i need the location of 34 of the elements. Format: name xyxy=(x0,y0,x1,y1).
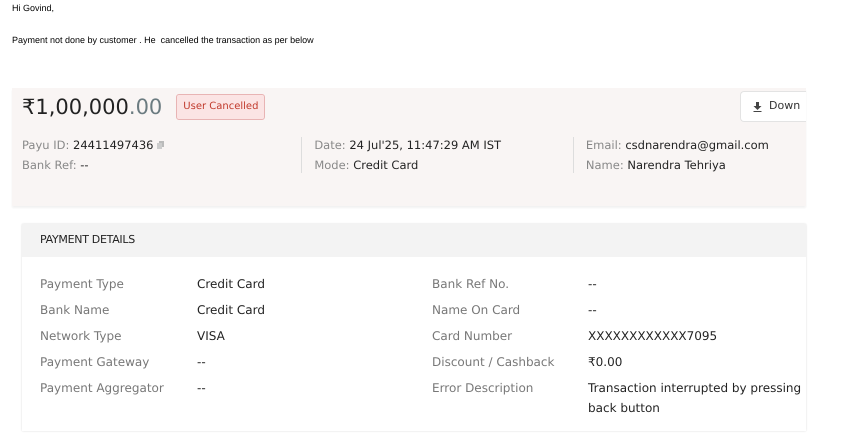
field-label: Card Number xyxy=(432,328,514,345)
field-label: Payment Type xyxy=(40,276,125,293)
field-value: Credit Card xyxy=(197,302,266,319)
field-label: Bank Name xyxy=(40,302,110,319)
field-label: Name On Card xyxy=(432,302,522,319)
field-label: Error Description xyxy=(432,380,534,397)
field-value: -- xyxy=(197,354,207,371)
message-text: Payment not done by customer . He cancelled the transaction as per below xyxy=(12,34,315,46)
info-text: Name: Narendra Tehriya xyxy=(586,157,726,173)
field-value: XXXXXXXXXXXX7095 xyxy=(588,328,718,345)
field-value: ₹0.00 xyxy=(588,354,624,371)
field-label: Discount / Cashback xyxy=(432,354,556,371)
copy-icon[interactable] xyxy=(157,141,164,149)
greeting-text: Hi Govind, xyxy=(12,2,56,14)
amount-text: ₹1,00,000.00 xyxy=(22,94,162,120)
field-label: Payment Gateway xyxy=(40,354,150,371)
field-label: Bank Ref No. xyxy=(432,276,510,293)
download-icon xyxy=(753,102,762,112)
info-text: Bank Ref: -- xyxy=(22,157,89,173)
info-text: Payu ID: 24411497436 xyxy=(22,137,154,153)
field-value: VISA xyxy=(197,328,226,345)
info-text: Email: csdnarendra@gmail.com xyxy=(586,137,769,153)
info-text: Date: 24 Jul'25, 11:47:29 AM IST xyxy=(314,137,502,153)
field-value: Credit Card xyxy=(197,276,266,293)
field-label: Network Type xyxy=(40,328,122,345)
info-text: Mode: Credit Card xyxy=(314,157,418,173)
field-value: -- xyxy=(588,276,598,293)
section-title: PAYMENT DETAILS xyxy=(40,232,135,248)
field-value: -- xyxy=(197,380,207,397)
download-button[interactable]: Down xyxy=(740,91,806,122)
field-value: -- xyxy=(588,302,598,319)
field-value: Transaction interrupted by pressing back button xyxy=(588,380,802,417)
status-badge: User Cancelled xyxy=(176,94,266,120)
field-label: Payment Aggregator xyxy=(40,380,165,397)
